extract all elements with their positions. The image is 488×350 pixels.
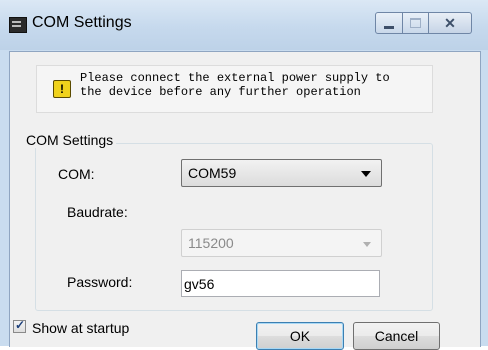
password-label: Password: — [67, 274, 133, 290]
password-field[interactable]: gv56 — [181, 270, 380, 297]
minimize-button[interactable] — [375, 12, 403, 34]
power-notice: ! Please connect the external power supp… — [36, 65, 433, 113]
window-title: COM Settings — [32, 14, 132, 31]
close-button[interactable]: ✕ — [429, 12, 472, 34]
checkmark-icon: ✓ — [15, 318, 26, 332]
title-bar[interactable]: COM Settings ✕ — [0, 0, 488, 50]
chevron-down-icon — [361, 171, 371, 177]
show-at-startup-label[interactable]: Show at startup — [32, 320, 129, 336]
maximize-button[interactable] — [403, 12, 429, 34]
warning-icon: ! — [53, 80, 71, 98]
close-icon: ✕ — [444, 14, 456, 31]
group-title: COM Settings — [23, 132, 117, 148]
baudrate-select[interactable]: 115200 — [181, 229, 382, 257]
app-icon[interactable] — [9, 17, 27, 33]
dialog-client-area: ! Please connect the external power supp… — [9, 51, 481, 350]
baudrate-label: Baudrate: — [67, 204, 128, 220]
window-controls: ✕ — [375, 12, 472, 34]
com-label: COM: — [58, 166, 95, 182]
maximize-icon — [410, 18, 421, 28]
com-port-select[interactable]: COM59 — [181, 159, 382, 187]
minimize-icon — [384, 25, 394, 29]
baudrate-value: 115200 — [188, 235, 234, 251]
show-at-startup-checkbox[interactable]: ✓ — [13, 318, 26, 333]
com-port-value: COM59 — [188, 165, 237, 181]
password-value: gv56 — [184, 276, 215, 292]
notice-text: Please connect the external power supply… — [80, 71, 390, 99]
chevron-down-icon — [363, 242, 371, 247]
dialog-window: COM Settings ✕ ! Please connect the exte… — [0, 0, 488, 350]
